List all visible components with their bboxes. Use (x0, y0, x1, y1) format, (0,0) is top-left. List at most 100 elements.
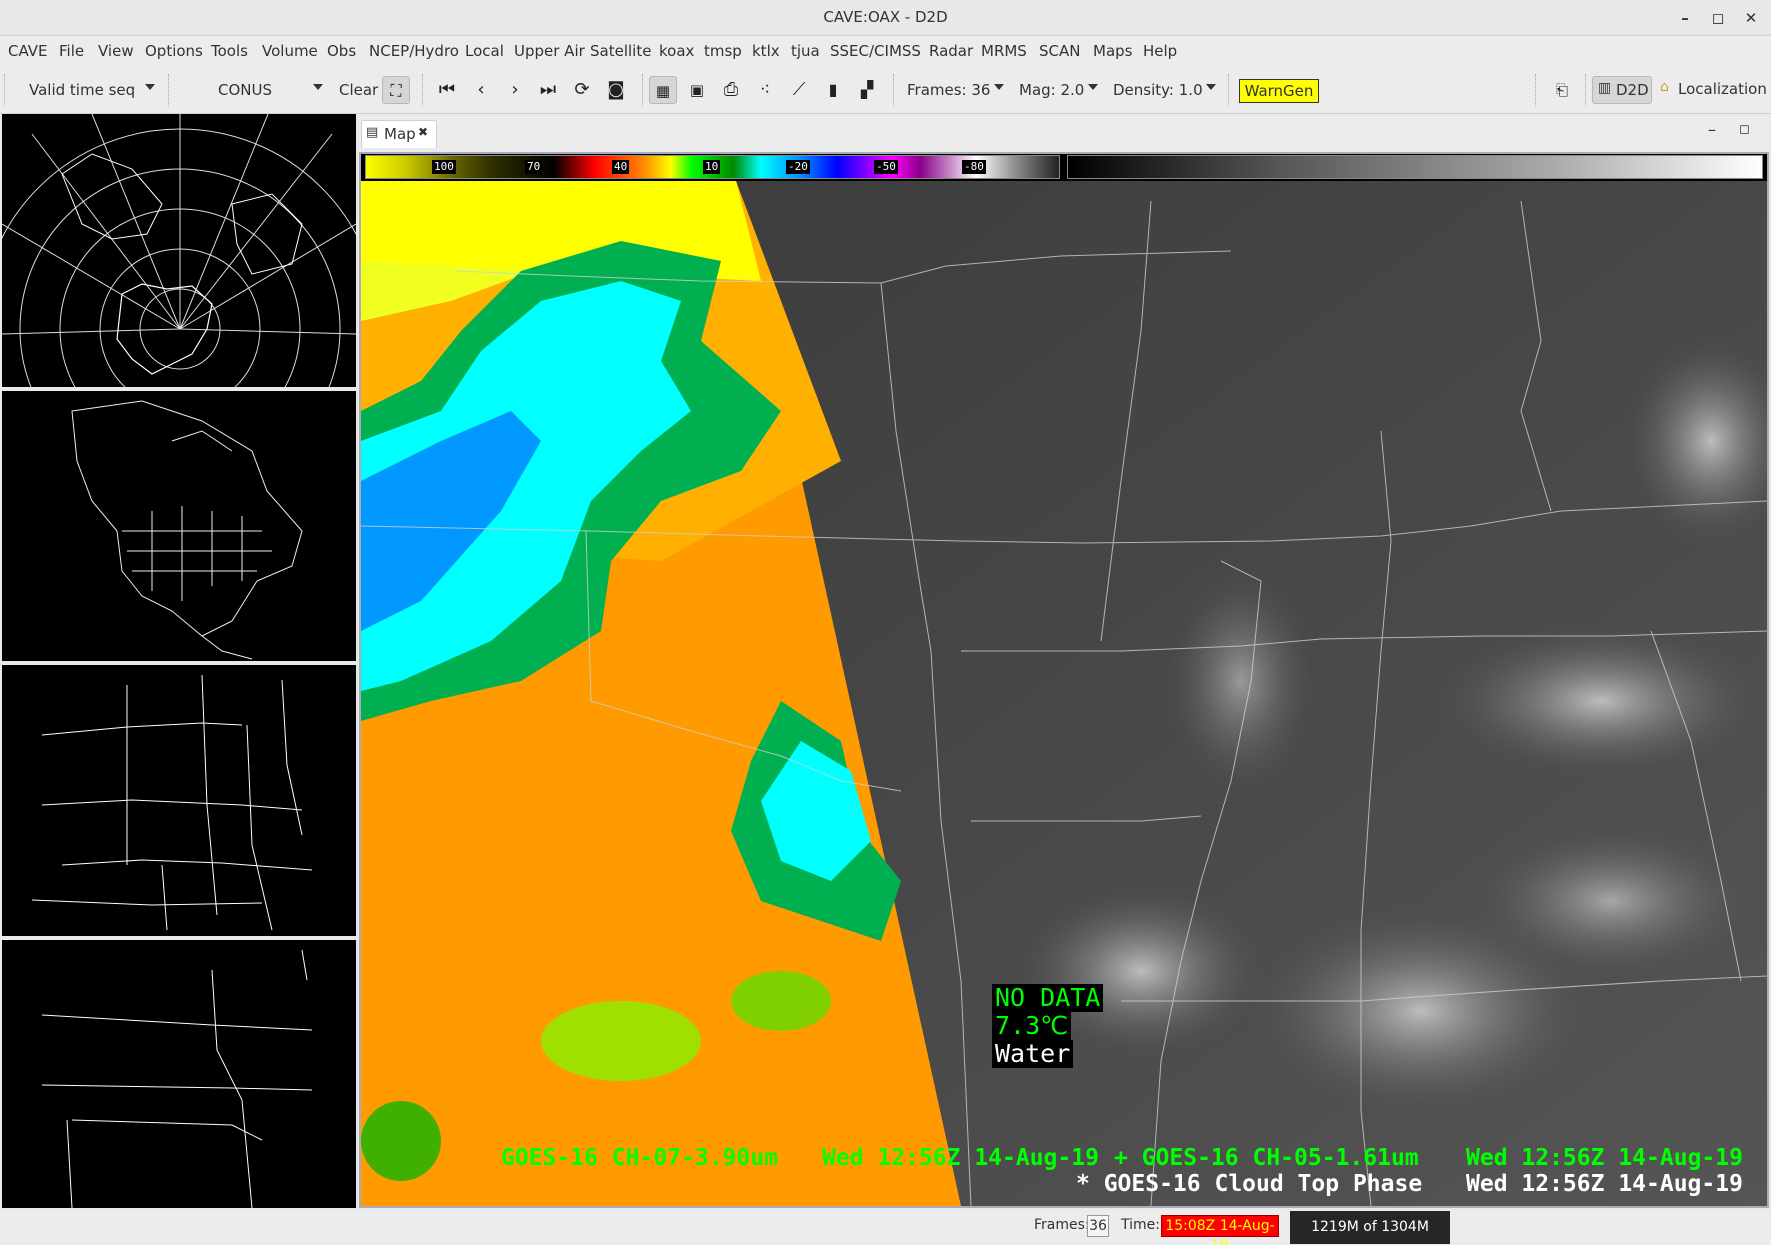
menu-ncep-hydro[interactable]: NCEP/Hydro (369, 42, 459, 60)
warngen-button[interactable]: WarnGen (1239, 79, 1319, 103)
chevron-down-icon[interactable] (1088, 84, 1098, 90)
menu-options[interactable]: Options (145, 42, 203, 60)
d2d-label: D2D (1616, 81, 1649, 99)
loop-properties-icon[interactable]: ◙ (602, 76, 630, 104)
frames-label: Frames: (1034, 1217, 1090, 1233)
chevron-down-icon[interactable] (994, 84, 1004, 90)
toolbar-separator (422, 74, 423, 106)
menu-radar[interactable]: Radar (929, 42, 973, 60)
mag-dropdown[interactable]: Mag: 2.0 (1019, 81, 1084, 99)
side-pane-north-america[interactable] (2, 391, 356, 661)
ir-colorbar: 100 70 40 10 -20 -50 -80 (365, 155, 1060, 179)
side-pane-central-us[interactable] (2, 665, 356, 936)
menu-obs[interactable]: Obs (327, 42, 356, 60)
menu-help[interactable]: Help (1143, 42, 1177, 60)
colorbar-label: -80 (962, 160, 986, 174)
frame-time: 15:08Z 14-Aug-19 (1161, 1215, 1279, 1245)
close-button[interactable]: ✕ (1738, 6, 1764, 30)
maximize-view-icon[interactable]: ◻ (1739, 122, 1750, 137)
tab-map[interactable]: ▤ Map ✖ (361, 120, 437, 148)
colorbar-label: -20 (786, 160, 810, 174)
menu-upper-air[interactable]: Upper Air (514, 42, 585, 60)
menu-tools[interactable]: Tools (211, 42, 248, 60)
legend-ir-time: Wed 12:56Z 14-Aug-19 (822, 1145, 1099, 1171)
next-frame-icon[interactable]: › (501, 76, 529, 104)
menu-maps[interactable]: Maps (1093, 42, 1132, 60)
side-pane-regional[interactable] (2, 940, 356, 1208)
toolbar-separator (1228, 74, 1229, 106)
chevron-down-icon[interactable] (1206, 84, 1216, 90)
central-us-map (31, 674, 313, 931)
menu-ktlx[interactable]: ktlx (752, 42, 780, 60)
open-perspective-icon[interactable]: ⎗ (1548, 76, 1576, 104)
menu-bar: CAVE File View Options Tools Volume Obs … (0, 36, 1771, 66)
tab-map-label: Map (384, 125, 416, 143)
side-pane-northern-hemisphere[interactable] (2, 114, 356, 387)
four-panel-icon[interactable]: ▞ (853, 76, 881, 104)
localization-label: Localization (1678, 80, 1767, 98)
window-title: CAVE:OAX - D2D (823, 8, 948, 26)
menu-ssec-cimss[interactable]: SSEC/CIMSS (830, 42, 921, 60)
clear-button[interactable]: Clear (339, 81, 378, 99)
menu-satellite[interactable]: Satellite (590, 42, 651, 60)
sample-phase: Water (992, 1040, 1074, 1068)
maximize-button[interactable]: ◻ (1705, 6, 1731, 30)
points-icon[interactable]: ⁖ (751, 76, 779, 104)
sample-no-data: NO DATA (992, 984, 1104, 1012)
colorbar-label: 70 (525, 160, 543, 174)
single-panel-icon[interactable]: ▮ (819, 76, 847, 104)
loop-icon[interactable]: ⟳ (568, 76, 596, 104)
menu-tjua[interactable]: tjua (791, 42, 820, 60)
minimize-button[interactable]: – (1672, 6, 1698, 30)
colorbar-label: -50 (874, 160, 898, 174)
time-seq-dropdown[interactable]: Valid time seq (29, 81, 135, 99)
time-label: Time: (1121, 1217, 1160, 1233)
chevron-down-icon[interactable] (313, 84, 323, 90)
legend-vis-time: Wed 12:56Z 14-Aug-19 (1466, 1145, 1743, 1171)
north-america-map (71, 400, 303, 660)
last-frame-icon[interactable]: ⏭ (534, 76, 562, 104)
frames-count: 36 (1087, 1215, 1109, 1237)
menu-local[interactable]: Local (465, 42, 504, 60)
localization-icon: ⌂ (1660, 79, 1669, 95)
menu-scan[interactable]: SCAN (1039, 42, 1080, 60)
map-icon: ▤ (366, 125, 379, 140)
legend-ir-product[interactable]: GOES-16 CH-07-3.90um (501, 1145, 778, 1171)
visible-colorbar (1067, 155, 1763, 179)
legend-vis-product[interactable]: + GOES-16 CH-05-1.61um (1114, 1145, 1419, 1171)
main-toolbar: Valid time seq CONUS Clear ⛶ ⏮ ‹ › ⏭ ⟳ ◙… (0, 66, 1771, 114)
image-properties-icon[interactable]: ▣ (683, 76, 711, 104)
status-bar: Frames: 36 Time: 15:08Z 14-Aug-19 🗑 (0, 1210, 1771, 1245)
previous-frame-icon[interactable]: ‹ (467, 76, 495, 104)
minimize-view-icon[interactable]: – (1708, 120, 1716, 139)
menu-volume[interactable]: Volume (262, 42, 318, 60)
menu-koax[interactable]: koax (659, 42, 694, 60)
baselines-icon[interactable]: ⟋ (785, 76, 813, 104)
close-tab-icon[interactable]: ✖ (418, 125, 428, 139)
chevron-down-icon[interactable] (145, 84, 155, 90)
print-icon[interactable]: ⎙ (717, 76, 745, 104)
memory-usage: 1219M of 1304M (1290, 1211, 1450, 1244)
localization-perspective-button[interactable]: ⌂ Localization (1658, 76, 1768, 104)
density-dropdown[interactable]: Density: 1.0 (1113, 81, 1203, 99)
zoom-extent-icon[interactable]: ⛶ (382, 76, 410, 104)
menu-file[interactable]: File (59, 42, 84, 60)
cave-d2d-window: CAVE:OAX - D2D – ◻ ✕ CAVE File View Opti… (0, 0, 1771, 1245)
frames-dropdown[interactable]: Frames: 36 (907, 81, 990, 99)
menu-mrms[interactable]: MRMS (981, 42, 1027, 60)
legend-phase-time: Wed 12:56Z 14-Aug-19 (1466, 1171, 1743, 1197)
first-frame-icon[interactable]: ⏮ (433, 76, 461, 104)
menu-view[interactable]: View (98, 42, 134, 60)
polar-map (2, 114, 356, 387)
d2d-perspective-button[interactable]: ▥ D2D (1592, 76, 1652, 104)
toolbar-separator (1535, 74, 1536, 106)
toolbar-separator (893, 74, 894, 106)
colorbar-label: 40 (612, 160, 630, 174)
d2d-icon: ▥ (1598, 80, 1612, 96)
scale-dropdown[interactable]: CONUS (218, 81, 272, 99)
menu-tmsp[interactable]: tmsp (704, 42, 742, 60)
legend-cloud-top-phase[interactable]: * GOES-16 Cloud Top Phase (1076, 1171, 1422, 1197)
select-pane-icon[interactable]: ▦ (649, 76, 677, 104)
menu-cave[interactable]: CAVE (8, 42, 48, 60)
toolbar-separator (642, 74, 643, 106)
